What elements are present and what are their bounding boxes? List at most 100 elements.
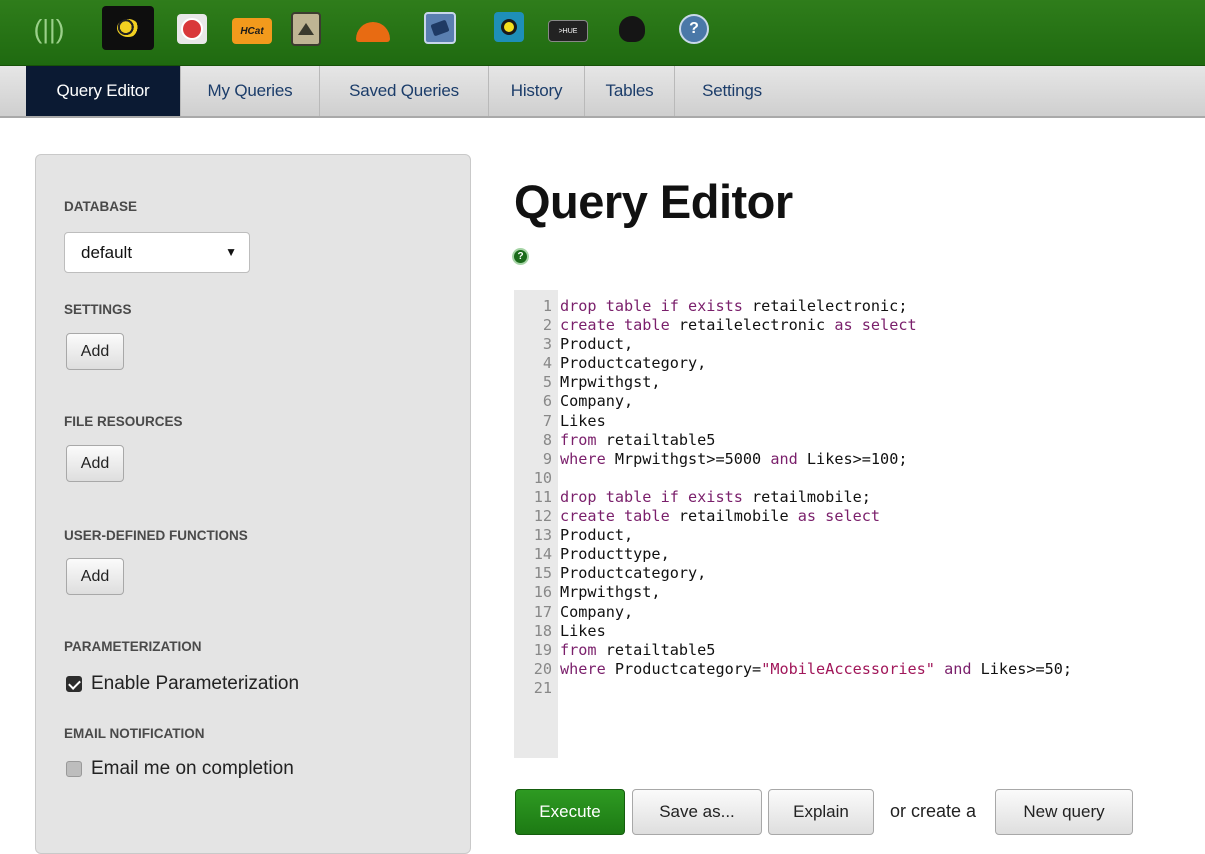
new-query-button[interactable]: New query (995, 789, 1133, 835)
enable-parameterization-checkbox[interactable] (66, 676, 82, 692)
code-string: "MobileAccessories" (761, 659, 935, 678)
code-text: drop table if exists retailelectronic; (558, 297, 907, 316)
user-admin-icon[interactable] (614, 12, 650, 46)
tab-saved-queries[interactable]: Saved Queries (320, 66, 489, 116)
code-token: retailmobile (678, 507, 798, 526)
tab-query-editor[interactable]: Query Editor (26, 66, 181, 116)
database-select-value: default (81, 242, 133, 262)
code-keyword: create table (560, 316, 679, 335)
code-token: Productcategory, (560, 354, 707, 373)
line-number: 16 (533, 583, 552, 602)
shell-icon[interactable] (424, 12, 456, 44)
add-file-resource-button[interactable]: Add (66, 445, 124, 482)
hue-home-icon[interactable]: (||) (32, 12, 66, 46)
settings-heading: SETTINGS (64, 302, 132, 317)
code-keyword: where (560, 659, 615, 678)
hcat-icon[interactable]: HCat (232, 18, 272, 44)
code-line: 5 Mrpwithgst, (514, 373, 1072, 392)
disk-glyph (501, 19, 517, 35)
code-text: from retailtable5 (558, 431, 715, 450)
code-line: 11 drop table if exists retailmobile; (514, 488, 1072, 507)
code-line: 3 Product, (514, 335, 1072, 354)
line-number: 19 (533, 640, 552, 659)
execute-button[interactable]: Execute (515, 789, 625, 835)
file-browser-icon[interactable] (494, 12, 524, 42)
help-glyph: ? (689, 20, 699, 37)
oozie-icon[interactable] (291, 12, 321, 46)
tab-tables[interactable]: Tables (585, 66, 675, 116)
code-text: Likes (558, 622, 606, 641)
line-number: 17 (533, 602, 552, 621)
code-line: 12 create table retailmobile as select (514, 507, 1072, 526)
code-keyword: as select (834, 316, 917, 335)
code-token: Producttype, (560, 545, 670, 564)
email-notification-row[interactable]: Email me on completion (66, 758, 294, 780)
code-lines: 1 drop table if exists retailelectronic; 2… (514, 297, 1072, 698)
code-text: Likes (558, 412, 606, 431)
code-text: Company, (558, 392, 633, 411)
hue-home-glyph: (||) (33, 13, 65, 44)
query-help-icon[interactable]: ? (512, 248, 529, 265)
code-token: Likes (560, 621, 606, 640)
add-udf-button[interactable]: Add (66, 558, 124, 595)
oozie-glyph (298, 23, 314, 35)
code-token: Likes>=100; (806, 449, 908, 468)
job-designer-icon[interactable] (353, 12, 393, 46)
code-keyword: drop table if exists (560, 487, 753, 506)
code-line: 14 Producttype, (514, 545, 1072, 564)
shell-glyph (430, 19, 450, 37)
line-number: 11 (533, 487, 552, 506)
code-keyword: as select (797, 507, 881, 526)
pig-face-icon (181, 18, 203, 40)
query-settings-sidebar: DATABASE default ▼ SETTINGS Add FILE RES… (35, 154, 471, 854)
pig-icon[interactable] (177, 14, 207, 44)
code-keyword: from (560, 640, 606, 659)
line-number: 21 (533, 678, 552, 697)
line-number: 13 (533, 526, 552, 545)
code-line: 20 where Productcategory="MobileAccessori… (514, 660, 1072, 679)
line-number: 4 (542, 354, 552, 373)
query-code-editor[interactable]: 1 drop table if exists retailelectronic; 2… (514, 290, 1204, 758)
enable-parameterization-row[interactable]: Enable Parameterization (66, 673, 299, 695)
code-token: Company, (560, 602, 634, 621)
code-token: retailtable5 (605, 430, 716, 449)
line-number: 15 (533, 564, 552, 583)
database-select[interactable]: default ▼ (64, 232, 250, 273)
page-title: Query Editor (514, 175, 793, 228)
code-keyword: create table (560, 507, 679, 526)
code-token: Likes (560, 411, 606, 430)
line-number: 12 (533, 507, 552, 526)
tab-bar: Query Editor My Queries Saved Queries Hi… (0, 66, 1205, 118)
save-as-button[interactable]: Save as... (632, 789, 762, 835)
explain-button[interactable]: Explain (768, 789, 874, 835)
code-token: retailelectronic; (752, 297, 908, 315)
code-token: retailmobile; (752, 487, 871, 506)
email-notification-heading: EMAIL NOTIFICATION (64, 726, 205, 741)
code-text: Productcategory, (558, 564, 706, 583)
code-text: create table retailelectronic as select (558, 316, 917, 335)
add-setting-button[interactable]: Add (66, 333, 124, 370)
tab-history[interactable]: History (489, 66, 585, 116)
beeswax-icon[interactable] (102, 6, 154, 50)
hue-terminal-icon[interactable]: >HUE (548, 20, 588, 42)
tab-settings[interactable]: Settings (675, 66, 789, 116)
line-number: 6 (542, 392, 552, 411)
line-number: 10 (533, 468, 552, 487)
code-line: 15 Productcategory, (514, 564, 1072, 583)
enable-parameterization-label: Enable Parameterization (91, 673, 300, 694)
code-text: from retailtable5 (558, 641, 715, 660)
code-line: 19 from retailtable5 (514, 641, 1072, 660)
app-toolbar: (||) HCat >HUE ? (0, 0, 1205, 66)
line-number: 14 (533, 545, 552, 564)
email-notification-checkbox[interactable] (66, 761, 82, 777)
tab-my-queries[interactable]: My Queries (181, 66, 320, 116)
line-number: 5 (542, 373, 552, 392)
code-token: Productcategory, (560, 564, 707, 583)
help-icon[interactable]: ? (679, 14, 709, 44)
helmet-glyph (356, 22, 390, 42)
line-number: 9 (542, 449, 552, 468)
line-number: 3 (542, 335, 552, 354)
line-number: 18 (533, 621, 552, 640)
